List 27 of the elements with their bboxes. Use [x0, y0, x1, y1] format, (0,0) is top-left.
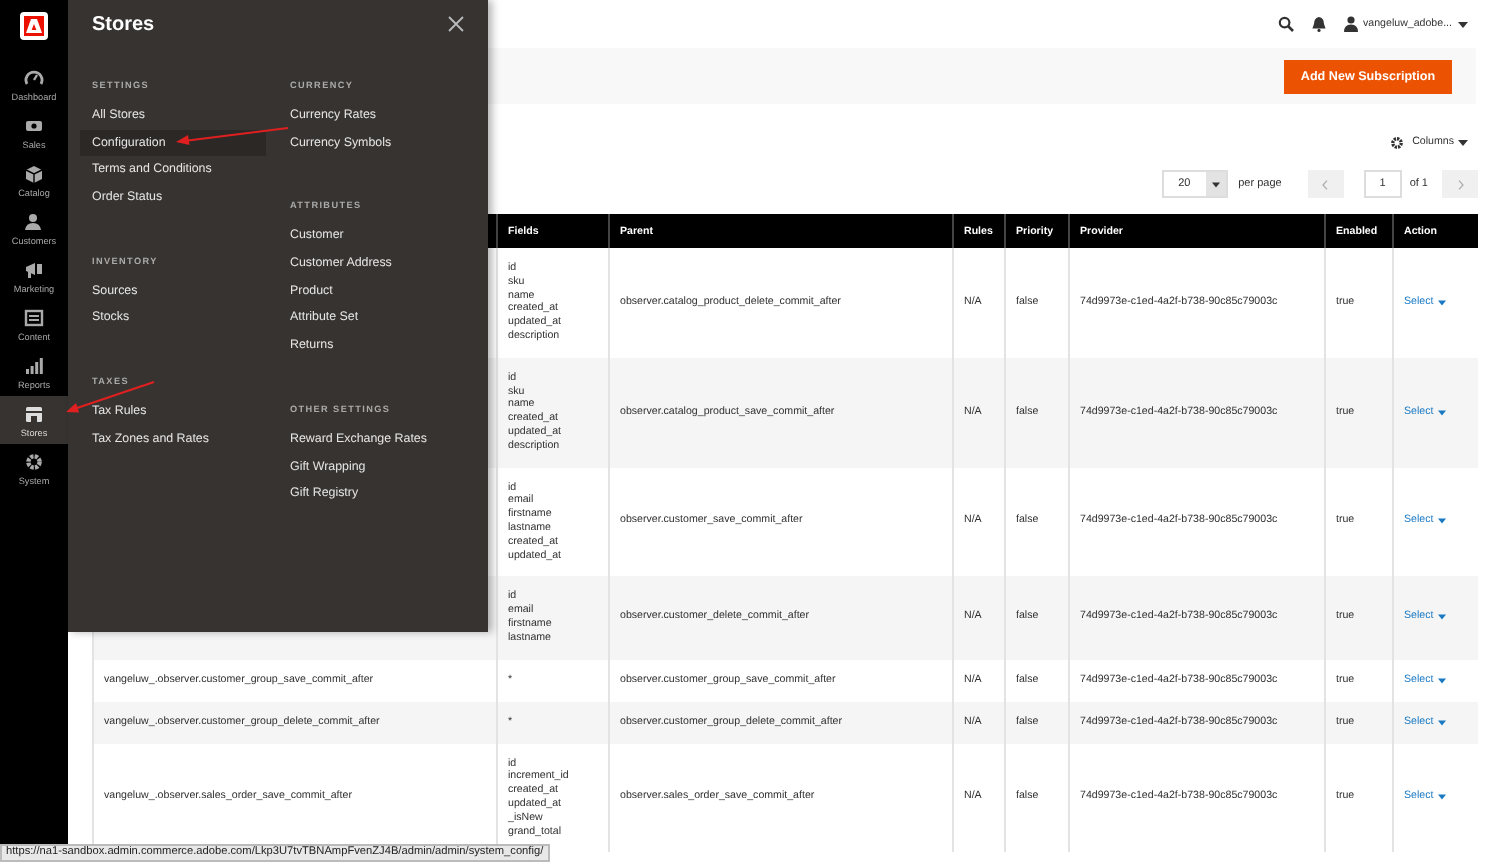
gauge-icon — [24, 67, 44, 87]
bell-icon[interactable] — [1311, 16, 1326, 32]
annotation-arrow — [62, 378, 158, 418]
caret-icon — [1437, 299, 1446, 306]
caret-icon — [1458, 21, 1468, 27]
caret-icon — [1437, 794, 1446, 801]
box-icon — [24, 163, 44, 183]
caret-icon — [1437, 518, 1446, 525]
storefront-icon — [24, 403, 44, 423]
caret-icon — [1458, 139, 1468, 145]
logo-icon[interactable] — [20, 12, 48, 40]
caret-icon — [1437, 409, 1446, 416]
chevron-right-icon — [1457, 179, 1463, 189]
caret-icon — [1212, 181, 1221, 187]
close-icon[interactable] — [448, 16, 464, 32]
flyout-title: Stores — [92, 13, 155, 35]
caret-icon — [1437, 677, 1446, 684]
caret-icon — [1437, 614, 1446, 621]
chevron-left-icon — [1322, 179, 1329, 189]
document-icon — [24, 307, 44, 327]
caret-icon — [1437, 719, 1446, 726]
person-icon — [1343, 16, 1358, 32]
person-icon — [24, 211, 44, 231]
bar-chart-icon — [24, 355, 44, 375]
megaphone-icon — [24, 259, 44, 279]
annotation-arrow — [172, 122, 292, 148]
search-icon[interactable] — [1277, 16, 1294, 32]
